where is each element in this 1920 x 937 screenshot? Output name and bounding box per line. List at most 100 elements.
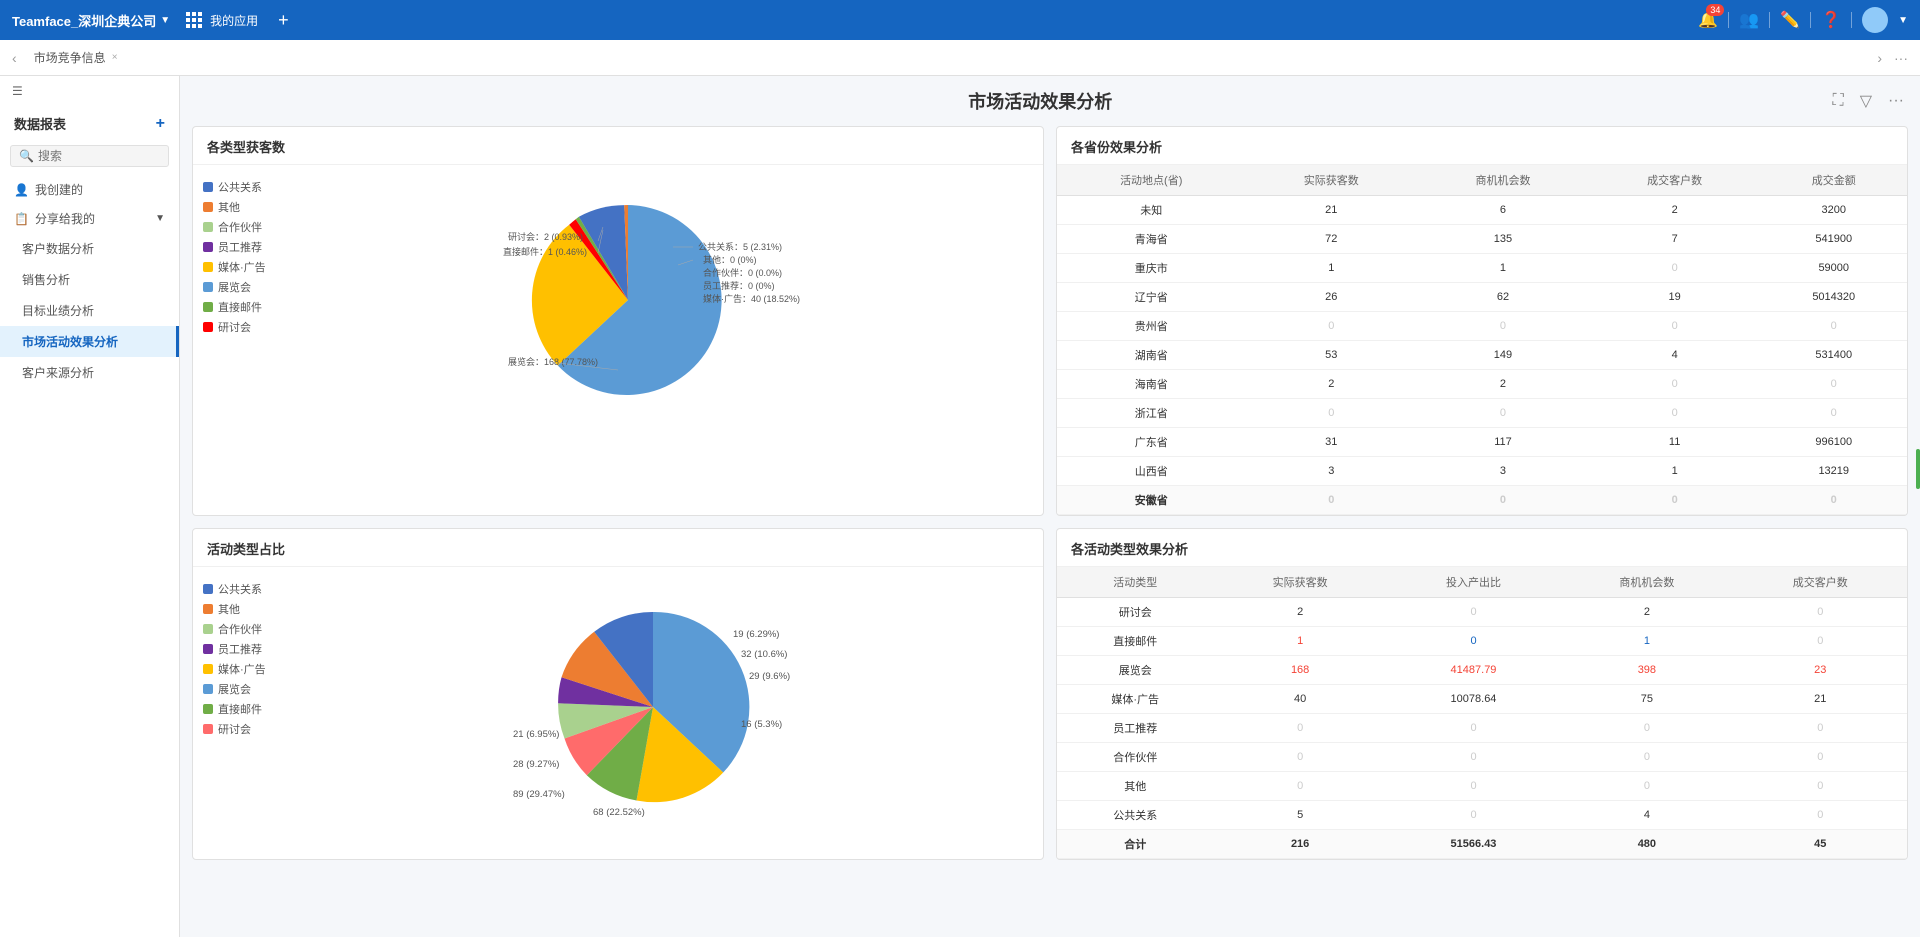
legend-item: 直接邮件: [203, 299, 273, 315]
panels-grid: 各类型获客数 公共关系 其他 合作伙伴 员工推荐 媒体·广告 展览会: [192, 126, 1908, 860]
expand-icon: ▼: [155, 213, 165, 224]
tab-bar: ‹ 门户营销计划×市场竞争信息×业绩指标与提成×数据报表× › ···: [0, 40, 1920, 76]
sidebar-shared-with-me[interactable]: 📋 分享给我的 ▼: [0, 204, 179, 233]
brand-text: Teamface_深圳企典公司: [12, 11, 156, 30]
chart2-container: 公共关系 其他 合作伙伴 员工推荐 媒体·广告 展览会 直接邮件 研讨会: [193, 567, 1043, 847]
scroll-indicator: [1916, 449, 1920, 489]
table-cell: 59000: [1760, 254, 1907, 283]
table-cell: 0: [1387, 801, 1560, 830]
tab-more-button[interactable]: ···: [1890, 48, 1912, 68]
table-cell: 40: [1213, 685, 1386, 714]
table-cell: 541900: [1760, 225, 1907, 254]
sidebar-add-button[interactable]: +: [156, 115, 165, 133]
table-cell: 216: [1213, 830, 1386, 859]
table-header: 成交客户数: [1589, 165, 1761, 196]
notification-bell[interactable]: 🔔 34: [1698, 10, 1718, 30]
search-input[interactable]: [38, 149, 160, 163]
legend-color: [203, 584, 213, 594]
edit-icon[interactable]: ✏️: [1780, 10, 1800, 30]
table-cell: 0: [1734, 772, 1907, 801]
table-cell: 0: [1734, 714, 1907, 743]
legend-label: 展览会: [218, 279, 251, 295]
table-cell: 媒体·广告: [1057, 685, 1213, 714]
sidebar: ☰ 数据报表 + 🔍 👤 我创建的 📋 分享给我的 ▼ 客户数据分析销售分析目标…: [0, 76, 180, 937]
table-cell: 31: [1245, 428, 1417, 457]
tab-close-tab-competition[interactable]: ×: [112, 53, 118, 63]
table-row: 安徽省0000: [1057, 486, 1907, 515]
table-cell: 45: [1734, 830, 1907, 859]
filter-button[interactable]: ▽: [1856, 89, 1876, 113]
contacts-icon[interactable]: 👥: [1739, 10, 1759, 30]
table-row: 海南省2200: [1057, 370, 1907, 399]
sidebar-item-target-kpi[interactable]: 目标业绩分析: [0, 295, 179, 326]
label-media-adv: 媒体·广告：40 (18.52%): [703, 293, 800, 304]
table-cell: 0: [1734, 743, 1907, 772]
tab-prev-button[interactable]: ‹: [8, 48, 21, 68]
table-cell: 其他: [1057, 772, 1213, 801]
sidebar-search-box[interactable]: 🔍: [10, 145, 169, 167]
page-title-bar: 市场活动效果分析 ⛶ ▽ ···: [192, 88, 1908, 114]
legend-color: [203, 302, 213, 312]
table-header: 商机机会数: [1417, 165, 1589, 196]
apps-menu[interactable]: 我的应用: [178, 12, 266, 29]
legend-label: 研讨会: [218, 319, 251, 335]
sidebar-item-customer-source[interactable]: 客户来源分析: [0, 357, 179, 388]
sidebar-my-created[interactable]: 👤 我创建的: [0, 175, 179, 204]
table-cell: 7: [1589, 225, 1761, 254]
table2-wrapper: 活动类型实际获客数投入产出比商机机会数成交客户数研讨会2020直接邮件1010展…: [1057, 567, 1907, 859]
table-row: 青海省721357541900: [1057, 225, 1907, 254]
user-dropdown[interactable]: ▼: [1898, 15, 1908, 26]
legend-label: 直接邮件: [218, 299, 262, 315]
sidebar-item-sales-analysis[interactable]: 销售分析: [0, 264, 179, 295]
table-cell: 3: [1417, 457, 1589, 486]
table-cell: 6: [1417, 196, 1589, 225]
sidebar-toggle[interactable]: ☰: [0, 76, 179, 106]
table-cell: 山西省: [1057, 457, 1245, 486]
top-bar: Teamface_深圳企典公司 ▼ 我的应用 + 🔔 34 👥 ✏️ ❓ ▼: [0, 0, 1920, 40]
table-cell: 0: [1387, 627, 1560, 656]
table-cell: 117: [1417, 428, 1589, 457]
legend-color: [203, 604, 213, 614]
table-cell: 广东省: [1057, 428, 1245, 457]
sidebar-item-customer-data[interactable]: 客户数据分析: [0, 233, 179, 264]
sidebar-title: 数据报表: [14, 114, 66, 133]
legend-label: 其他: [218, 601, 240, 617]
help-icon[interactable]: ❓: [1821, 10, 1841, 30]
table-cell: 135: [1417, 225, 1589, 254]
label-employee: 员工推荐：0 (0%): [703, 280, 775, 291]
fullscreen-button[interactable]: ⛶: [1829, 90, 1848, 112]
table1-wrapper: 活动地点(省)实际获客数商机机会数成交客户数成交金额未知21623200青海省7…: [1057, 165, 1907, 515]
table-cell: 0: [1589, 370, 1761, 399]
brand-dropdown-icon[interactable]: ▼: [160, 15, 170, 26]
table-cell: 11: [1589, 428, 1761, 457]
table-row: 合作伙伴0000: [1057, 743, 1907, 772]
content-area: 市场活动效果分析 ⛶ ▽ ··· 各类型获客数 公共关系 其他 合作伙伴: [180, 76, 1920, 937]
table-cell: 1: [1245, 254, 1417, 283]
legend-label: 直接邮件: [218, 701, 262, 717]
table-row: 广东省3111711996100: [1057, 428, 1907, 457]
tab-tab-competition[interactable]: 市场竞争信息×: [23, 44, 141, 72]
table-cell: 合作伙伴: [1057, 743, 1213, 772]
sidebar-item-market-effect[interactable]: 市场活动效果分析: [0, 326, 179, 357]
grid-icon: [186, 12, 202, 28]
table-cell: 重庆市: [1057, 254, 1245, 283]
legend-item: 媒体·广告: [203, 661, 273, 677]
legend-label: 研讨会: [218, 721, 251, 737]
table-row: 辽宁省2662195014320: [1057, 283, 1907, 312]
table-cell: 0: [1734, 801, 1907, 830]
table-row: 媒体·广告4010078.647521: [1057, 685, 1907, 714]
tab-next-button[interactable]: ›: [1873, 48, 1886, 68]
more-button[interactable]: ···: [1884, 90, 1908, 112]
table-cell: 0: [1589, 312, 1761, 341]
avatar[interactable]: [1862, 7, 1888, 33]
legend-item: 公共关系: [203, 179, 273, 195]
legend-color: [203, 322, 213, 332]
panel-province-table: 各省份效果分析 活动地点(省)实际获客数商机机会数成交客户数成交金额未知2162…: [1056, 126, 1908, 516]
panel-activity-type-table: 各活动类型效果分析 活动类型实际获客数投入产出比商机机会数成交客户数研讨会202…: [1056, 528, 1908, 860]
add-app-button[interactable]: +: [274, 10, 293, 31]
table-cell: 149: [1417, 341, 1589, 370]
page-title: 市场活动效果分析: [252, 88, 1829, 114]
table-cell: 0: [1560, 772, 1733, 801]
brand[interactable]: Teamface_深圳企典公司 ▼: [12, 11, 170, 30]
table-header: 实际获客数: [1213, 567, 1386, 598]
